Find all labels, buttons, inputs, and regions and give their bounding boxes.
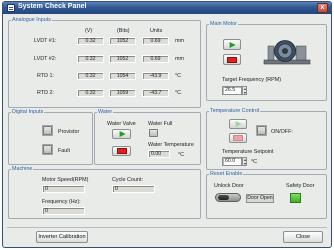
play-icon bbox=[119, 131, 126, 137]
target-frequency-input[interactable]: 26.5 bbox=[222, 86, 242, 95]
temperature-setpoint-spinner[interactable] bbox=[242, 157, 247, 166]
title-bar[interactable]: System Check Panel x bbox=[3, 2, 331, 14]
frequency-value: 0 bbox=[42, 207, 85, 215]
row-label-rtd1: RTD 1: bbox=[37, 73, 54, 79]
stop-icon bbox=[227, 56, 237, 63]
target-frequency-label: Target Frequency (RPM) bbox=[222, 77, 282, 83]
unlock-door-label: Unlock Door bbox=[214, 183, 244, 189]
stop-icon bbox=[233, 135, 243, 141]
water-temperature-value: 0.00 bbox=[148, 150, 170, 158]
proximity-led bbox=[43, 126, 52, 135]
water-temperature-unit: °C bbox=[178, 152, 185, 158]
row-label-lvdt1: LVDT #1: bbox=[34, 38, 57, 44]
row-label-rtd2: RTD 2: bbox=[37, 90, 54, 96]
machine-group: Machine bbox=[8, 166, 201, 219]
rtd1-value: -43.9 bbox=[142, 72, 169, 80]
rtd2-bits: 1059 bbox=[109, 89, 136, 97]
target-frequency-spinner[interactable] bbox=[242, 86, 247, 95]
temperature-setpoint-label: Temperature Setpoint bbox=[222, 149, 274, 155]
frequency-label: Frequency (Hz): bbox=[42, 199, 81, 205]
machine-legend: Machine bbox=[12, 166, 33, 172]
safety-door-led bbox=[290, 193, 301, 203]
col-head-bits: (Bits) bbox=[117, 28, 130, 34]
play-icon bbox=[235, 121, 242, 127]
lvdt2-value: 0.69 bbox=[142, 55, 169, 63]
lvdt1-value: 0.69 bbox=[142, 37, 169, 45]
water-valve-open-button[interactable] bbox=[112, 129, 131, 139]
window-close-button[interactable]: x bbox=[317, 3, 328, 13]
door-status-indicator: Door Open bbox=[246, 194, 274, 203]
lvdt1-bits: 1052 bbox=[109, 37, 136, 45]
motor-speed-value: 0 bbox=[42, 185, 85, 193]
rtd1-volts: 0.32 bbox=[77, 72, 104, 80]
motor-speed-label: Motor Speed(RPM) bbox=[42, 177, 89, 183]
unlock-door-toggle[interactable] bbox=[215, 193, 241, 202]
play-icon bbox=[229, 41, 236, 48]
water-legend: Water bbox=[98, 109, 113, 115]
lvdt2-bits: 1052 bbox=[109, 55, 136, 63]
footer-separator bbox=[7, 227, 327, 228]
temperature-onoff-led bbox=[257, 126, 266, 135]
inverter-calibration-button[interactable]: Inverter Calibration bbox=[36, 231, 88, 243]
water-full-led bbox=[149, 129, 158, 137]
fault-label: Fault bbox=[58, 148, 70, 154]
temperature-control-legend: Temperature Control bbox=[210, 108, 260, 114]
close-button[interactable]: Close bbox=[283, 231, 323, 243]
water-valve-close-button[interactable] bbox=[112, 146, 131, 156]
motor-stop-button[interactable] bbox=[223, 54, 241, 65]
system-check-window: System Check Panel x Analogue Inputs (V)… bbox=[2, 1, 332, 248]
reset-enable-legend: Reset Enable bbox=[210, 171, 243, 177]
motor-icon bbox=[263, 40, 311, 65]
proximity-label: Provistor bbox=[58, 129, 80, 135]
main-motor-legend: Main Motor bbox=[210, 21, 237, 27]
rtd2-unit: °C bbox=[175, 90, 182, 96]
temperature-setpoint-unit: °C bbox=[251, 159, 258, 165]
cycle-count-value: 0 bbox=[112, 185, 155, 193]
water-temperature-label: Water Temperature bbox=[148, 142, 194, 148]
digital-inputs-group: Digital Inputs bbox=[8, 109, 93, 165]
analogue-inputs-legend: Analogue Inputs bbox=[12, 17, 51, 23]
water-valve-label: Water Valve bbox=[107, 121, 136, 127]
motor-start-button[interactable] bbox=[223, 39, 241, 50]
rtd2-volts: 0.32 bbox=[77, 89, 104, 97]
fault-led bbox=[43, 145, 52, 154]
lvdt1-volts: 0.32 bbox=[77, 37, 104, 45]
lvdt2-volts: 0.32 bbox=[77, 55, 104, 63]
safety-door-label: Safety Door bbox=[286, 183, 315, 189]
app-window-icon bbox=[7, 4, 15, 12]
lvdt1-unit: mm bbox=[175, 38, 184, 44]
lvdt2-unit: mm bbox=[175, 56, 184, 62]
cycle-count-label: Cycle Count: bbox=[112, 177, 143, 183]
temperature-setpoint-input[interactable]: 60.0 bbox=[222, 157, 242, 166]
rtd1-bits: 1054 bbox=[109, 72, 136, 80]
water-full-label: Water Full bbox=[148, 121, 173, 127]
toggle-knob bbox=[218, 195, 229, 200]
temperature-stop-button[interactable] bbox=[229, 133, 247, 143]
row-label-lvdt2: LVDT #2: bbox=[34, 56, 57, 62]
temperature-onoff-label: ON/OFF: bbox=[271, 129, 293, 135]
digital-inputs-legend: Digital Inputs bbox=[12, 109, 44, 115]
col-head-volts: (V) bbox=[85, 28, 93, 34]
temperature-start-button[interactable] bbox=[229, 119, 247, 129]
col-head-units: Units bbox=[150, 28, 163, 34]
rtd2-value: -43.7 bbox=[142, 89, 169, 97]
rtd1-unit: °C bbox=[175, 73, 182, 79]
window-title: System Check Panel bbox=[18, 3, 87, 10]
stop-icon bbox=[116, 148, 127, 154]
